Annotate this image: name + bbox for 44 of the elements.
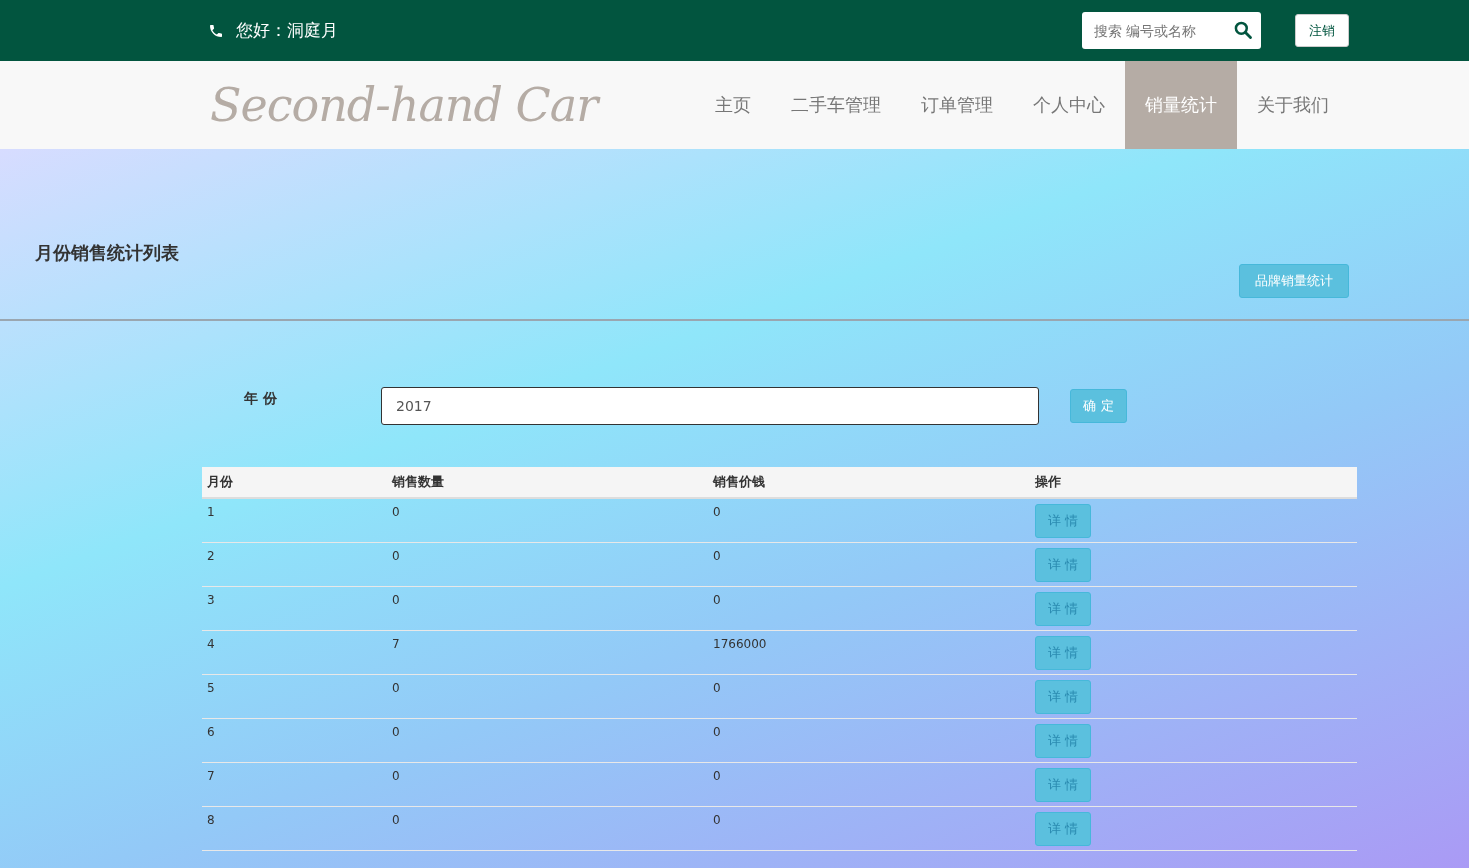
- table-cell: 0: [392, 592, 400, 607]
- table-cell: 2: [207, 548, 215, 563]
- column-header: 操作: [1035, 474, 1061, 489]
- table-cell: 3: [207, 592, 215, 607]
- table-cell: 1766000: [713, 636, 767, 651]
- greeting-text: 您好：洞庭月: [236, 19, 338, 42]
- logout-button[interactable]: 注销: [1295, 14, 1349, 47]
- table-cell: 0: [713, 724, 721, 739]
- table-cell: 0: [392, 812, 400, 827]
- year-input[interactable]: 2017: [381, 387, 1039, 425]
- table-cell: 7: [207, 768, 215, 783]
- nav-item[interactable]: 二手车管理: [771, 61, 901, 149]
- table-cell: 7: [392, 636, 400, 651]
- table-cell: 0: [713, 505, 721, 519]
- column-header: 销售价钱: [713, 474, 765, 489]
- column-header: 销售数量: [392, 474, 444, 489]
- table-cell: 0: [392, 680, 400, 695]
- search-field[interactable]: 搜索 编号或名称: [1082, 12, 1261, 49]
- confirm-button[interactable]: 确 定: [1070, 389, 1127, 423]
- nav-item[interactable]: 个人中心: [1013, 61, 1125, 149]
- table-cell: 0: [713, 680, 721, 695]
- table-cell: 4: [207, 636, 215, 651]
- nav-item[interactable]: 关于我们: [1237, 61, 1349, 149]
- table-cell: 0: [713, 768, 721, 783]
- table-cell: 0: [392, 548, 400, 563]
- column-header: 月份: [207, 474, 233, 489]
- table-cell: 0: [713, 812, 721, 827]
- page-title: 月份销售统计列表: [35, 241, 179, 265]
- year-label: 年 份: [244, 390, 278, 408]
- table-cell: 5: [207, 680, 215, 695]
- table-cell: 8: [207, 812, 215, 827]
- search-icon[interactable]: [1233, 20, 1253, 40]
- brand-sales-button[interactable]: 品牌销量统计: [1239, 264, 1349, 298]
- table-cell: 1: [207, 505, 215, 519]
- table-cell: 0: [713, 592, 721, 607]
- table-cell: 0: [392, 505, 400, 519]
- nav-item[interactable]: 销量统计: [1125, 61, 1237, 149]
- table-cell: 6: [207, 724, 215, 739]
- nav-item[interactable]: 订单管理: [901, 61, 1013, 149]
- nav-item[interactable]: 主页: [695, 61, 771, 149]
- phone-icon: [208, 22, 224, 39]
- table-cell: 0: [713, 548, 721, 563]
- table-cell: 0: [392, 724, 400, 739]
- table-cell: 0: [392, 768, 400, 783]
